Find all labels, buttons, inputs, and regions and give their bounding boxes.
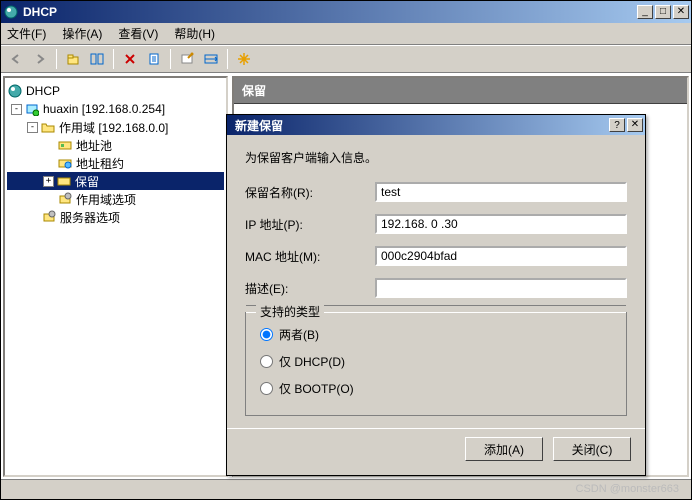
input-ip-address[interactable] xyxy=(375,214,627,234)
tree-leases-label: 地址租约 xyxy=(76,155,124,172)
dialog-buttons: 添加(A) 关闭(C) xyxy=(227,428,645,475)
tree-pool[interactable]: 地址池 xyxy=(7,136,224,154)
dialog-title: 新建保留 xyxy=(229,117,609,134)
close-dialog-button[interactable]: 关闭(C) xyxy=(553,437,631,461)
dialog-close-button[interactable]: ✕ xyxy=(627,118,643,132)
group-title: 支持的类型 xyxy=(256,303,324,320)
window-controls: _ □ ✕ xyxy=(637,5,689,19)
supported-types-group: 支持的类型 两者(B) 仅 DHCP(D) 仅 BOOTP(O) xyxy=(245,312,627,416)
tree-leases[interactable]: 地址租约 xyxy=(7,154,224,172)
pool-icon xyxy=(57,137,73,153)
tree-scopeoptions[interactable]: 作用域选项 xyxy=(7,190,224,208)
tree-reservations[interactable]: + 保留 xyxy=(7,172,224,190)
close-button[interactable]: ✕ xyxy=(673,5,689,19)
tree-server-label: huaxin [192.168.0.254] xyxy=(43,102,165,116)
up-button[interactable] xyxy=(62,48,84,70)
input-mac-address[interactable] xyxy=(375,246,627,266)
add-button[interactable]: 添加(A) xyxy=(465,437,543,461)
scope-options-icon xyxy=(57,191,73,207)
back-button[interactable] xyxy=(5,48,27,70)
server-icon xyxy=(24,101,40,117)
window-title: DHCP xyxy=(23,5,637,19)
dialog-titlebar[interactable]: 新建保留 ? ✕ xyxy=(227,115,645,135)
tree-pool-label: 地址池 xyxy=(76,137,112,154)
minimize-button[interactable]: _ xyxy=(637,5,653,19)
radio-dhcp[interactable] xyxy=(260,355,273,368)
folder-open-icon xyxy=(40,119,56,135)
expander-icon[interactable]: - xyxy=(27,122,38,133)
main-titlebar: DHCP _ □ ✕ xyxy=(1,1,691,23)
tree-scope[interactable]: - 作用域 [192.168.0.0] xyxy=(7,118,224,136)
expander-icon[interactable]: - xyxy=(11,104,22,115)
menubar: 文件(F) 操作(A) 查看(V) 帮助(H) xyxy=(1,23,691,45)
app-icon xyxy=(3,4,19,20)
maximize-button[interactable]: □ xyxy=(655,5,671,19)
input-reservation-name[interactable] xyxy=(375,182,627,202)
menu-file[interactable]: 文件(F) xyxy=(7,25,46,42)
dialog-help-button[interactable]: ? xyxy=(609,118,625,132)
tree-root[interactable]: DHCP xyxy=(7,82,224,100)
radio-both-label: 两者(B) xyxy=(279,326,319,343)
tree-serveroptions[interactable]: 服务器选项 xyxy=(7,208,224,226)
watermark: CSDN @monster663 xyxy=(576,483,679,495)
toolbar xyxy=(1,45,691,73)
menu-help[interactable]: 帮助(H) xyxy=(174,25,215,42)
tree-reservations-label: 保留 xyxy=(75,173,99,190)
radio-bootp-label: 仅 BOOTP(O) xyxy=(279,380,354,397)
dialog-body: 为保留客户端输入信息。 保留名称(R): IP 地址(P): MAC 地址(M)… xyxy=(227,135,645,428)
tree-view[interactable]: DHCP - huaxin [192.168.0.254] - 作用域 [192… xyxy=(3,76,228,477)
dhcp-icon xyxy=(7,83,23,99)
new-reservation-button[interactable] xyxy=(233,48,255,70)
menu-view[interactable]: 查看(V) xyxy=(118,25,158,42)
radio-bootp[interactable] xyxy=(260,382,273,395)
tree-server[interactable]: - huaxin [192.168.0.254] xyxy=(7,100,224,118)
tree-scope-label: 作用域 [192.168.0.0] xyxy=(59,119,168,136)
tree-serveroptions-label: 服务器选项 xyxy=(60,209,120,226)
radio-dhcp-label: 仅 DHCP(D) xyxy=(279,353,345,370)
tree-scopeoptions-label: 作用域选项 xyxy=(76,191,136,208)
export-button[interactable] xyxy=(143,48,165,70)
input-description[interactable] xyxy=(375,278,627,298)
label-description: 描述(E): xyxy=(245,280,375,297)
right-pane-header: 保留 xyxy=(234,78,687,104)
leases-icon xyxy=(57,155,73,171)
dialog-intro: 为保留客户端输入信息。 xyxy=(245,149,627,166)
main-window: DHCP _ □ ✕ 文件(F) 操作(A) 查看(V) 帮助(H) DHCP xyxy=(0,0,692,500)
refresh-button[interactable] xyxy=(200,48,222,70)
label-ip-address: IP 地址(P): xyxy=(245,216,375,233)
forward-button[interactable] xyxy=(29,48,51,70)
show-hide-tree-button[interactable] xyxy=(86,48,108,70)
tree-root-label: DHCP xyxy=(26,84,60,98)
properties-button[interactable] xyxy=(176,48,198,70)
label-reservation-name: 保留名称(R): xyxy=(245,184,375,201)
radio-both[interactable] xyxy=(260,328,273,341)
menu-action[interactable]: 操作(A) xyxy=(62,25,102,42)
expander-icon[interactable]: + xyxy=(43,176,54,187)
server-options-icon xyxy=(41,209,57,225)
reservations-icon xyxy=(56,173,72,189)
label-mac-address: MAC 地址(M): xyxy=(245,248,375,265)
delete-button[interactable] xyxy=(119,48,141,70)
new-reservation-dialog: 新建保留 ? ✕ 为保留客户端输入信息。 保留名称(R): IP 地址(P): … xyxy=(226,114,646,476)
